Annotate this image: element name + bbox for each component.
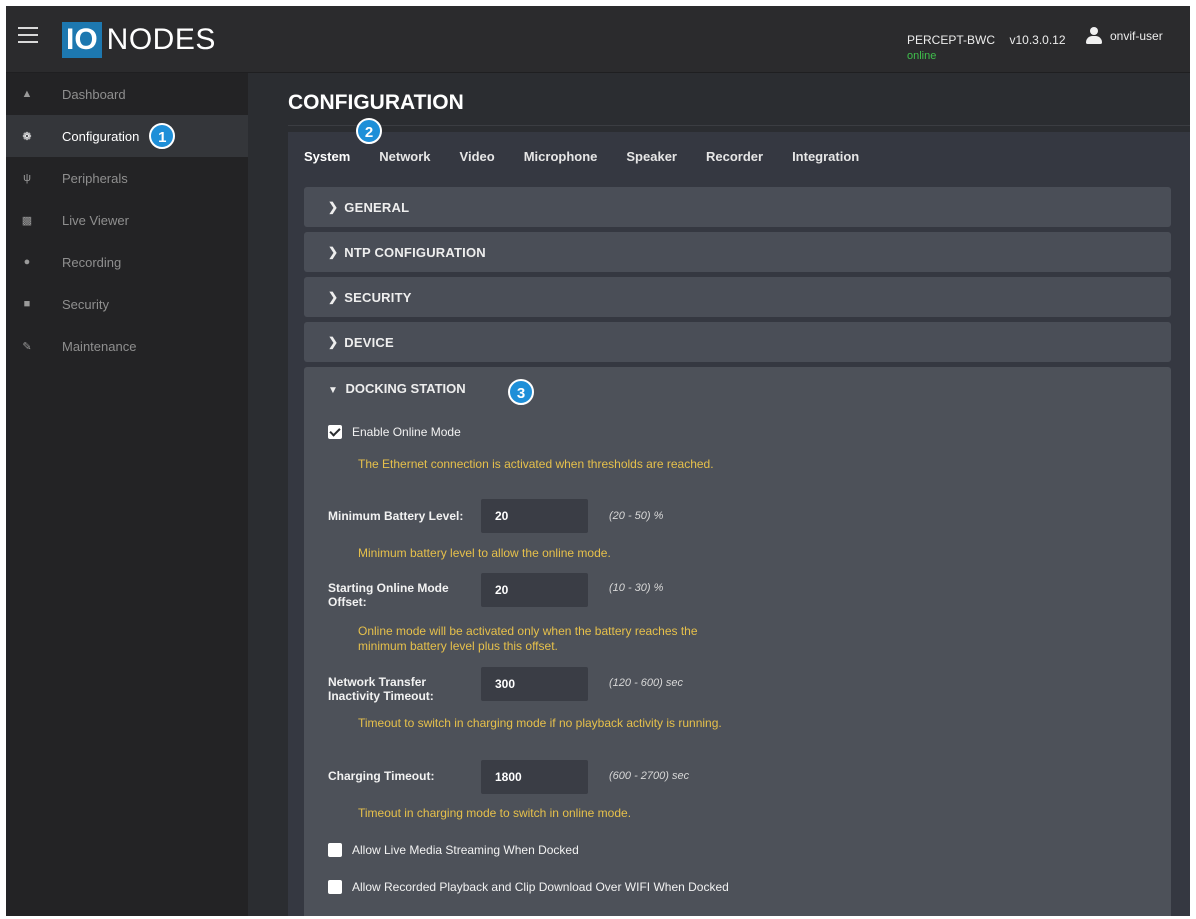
record-icon: ● (23, 256, 31, 268)
docking-station-header[interactable]: ▼ DOCKING STATION (328, 381, 466, 396)
main-content: CONFIGURATION System Network Video Micro… (248, 73, 1190, 916)
section-security[interactable]: ❯ SECURITY (304, 277, 1171, 317)
device-info: PERCEPT-BWC v10.3.0.12 online (907, 31, 1066, 62)
section-general[interactable]: ❯ GENERAL (304, 187, 1171, 227)
min-battery-input[interactable] (481, 499, 588, 533)
section-title: DOCKING STATION (345, 381, 466, 396)
sidebar-item-label: Security (62, 296, 109, 312)
start-offset-help: Online mode will be activated only when … (358, 624, 698, 653)
tab-video[interactable]: Video (460, 149, 495, 164)
min-battery-label: Minimum Battery Level: (328, 509, 464, 523)
user-menu[interactable]: onvif-user (1086, 27, 1163, 45)
page-title: CONFIGURATION (288, 91, 464, 114)
enable-online-mode-label: Enable Online Mode (352, 425, 461, 439)
section-docking-station: ▼ DOCKING STATION 3 Enable Online Mode T… (304, 367, 1171, 916)
tab-system[interactable]: System (304, 149, 350, 164)
tab-recorder[interactable]: Recorder (706, 149, 763, 164)
sidebar-item-label: Recording (62, 254, 122, 270)
tabs-panel: System Network Video Microphone Speaker … (288, 118, 1190, 916)
section-title: DEVICE (344, 334, 394, 350)
enable-online-mode-help: The Ethernet connection is activated whe… (358, 457, 714, 471)
sidebar-item-label: Dashboard (62, 86, 126, 102)
start-offset-range: (10 - 30) % (609, 582, 664, 594)
chevron-right-icon: ❯ (328, 290, 339, 304)
sidebar-item-configuration[interactable]: ❁ Configuration 1 (6, 115, 248, 157)
logo: IO NODES (62, 22, 216, 58)
chevron-right-icon: ❯ (328, 335, 339, 349)
live-streaming-label: Allow Live Media Streaming When Docked (352, 843, 579, 857)
min-battery-help: Minimum battery level to allow the onlin… (358, 546, 611, 560)
step-badge-2: 2 (356, 118, 382, 144)
sidebar-item-maintenance[interactable]: ✎ Maintenance (6, 325, 248, 367)
wrench-icon: ✎ (22, 340, 32, 353)
net-timeout-label: Network Transfer Inactivity Timeout: (328, 675, 434, 703)
sidebar-item-label: Configuration (62, 128, 140, 144)
firmware-version: v10.3.0.12 (1009, 33, 1066, 47)
start-offset-label: Starting Online Mode Offset: (328, 581, 449, 609)
logo-text: NODES (106, 23, 216, 56)
charging-timeout-label: Charging Timeout: (328, 769, 435, 783)
sidebar-item-label: Peripherals (62, 170, 128, 186)
tab-speaker[interactable]: Speaker (626, 149, 677, 164)
menu-icon[interactable] (18, 27, 38, 43)
min-battery-range: (20 - 50) % (609, 510, 664, 522)
lock-icon: ■ (23, 298, 31, 310)
net-timeout-input[interactable] (481, 667, 588, 701)
chevron-down-icon: ▼ (328, 385, 338, 396)
title-divider (288, 125, 1190, 126)
camera-icon: ▩ (21, 214, 33, 227)
live-streaming-checkbox[interactable] (328, 843, 342, 857)
tab-bar: System Network Video Microphone Speaker … (288, 132, 1190, 180)
device-name: PERCEPT-BWC (907, 33, 996, 47)
user-name: onvif-user (1110, 29, 1163, 43)
chevron-right-icon: ❯ (328, 200, 339, 214)
sidebar-item-peripherals[interactable]: ψ Peripherals (6, 157, 248, 199)
section-title: NTP CONFIGURATION (344, 244, 486, 260)
sidebar-item-security[interactable]: ■ Security (6, 283, 248, 325)
step-badge-3: 3 (508, 379, 534, 405)
sidebar-item-recording[interactable]: ● Recording (6, 241, 248, 283)
sidebar: ▲ Dashboard ❁ Configuration 1 ψ Peripher… (6, 73, 248, 916)
tab-integration[interactable]: Integration (792, 149, 859, 164)
usb-icon: ψ (23, 172, 31, 184)
settings-accordion: ❯ GENERAL ❯ NTP CONFIGURATION ❯ SECURITY… (304, 187, 1171, 916)
tab-network[interactable]: Network (379, 149, 430, 164)
charging-timeout-help: Timeout in charging mode to switch in on… (358, 806, 632, 820)
section-title: GENERAL (344, 199, 410, 215)
sidebar-item-label: Maintenance (62, 338, 137, 354)
user-icon (1086, 27, 1102, 45)
section-device[interactable]: ❯ DEVICE (304, 322, 1171, 362)
step-badge-1: 1 (149, 123, 176, 149)
sidebar-item-dashboard[interactable]: ▲ Dashboard (6, 73, 248, 115)
recorded-playback-checkbox[interactable] (328, 880, 342, 894)
charging-timeout-range: (600 - 2700) sec (609, 770, 690, 782)
section-ntp-configuration[interactable]: ❯ NTP CONFIGURATION (304, 232, 1171, 272)
sidebar-item-label: Live Viewer (62, 212, 129, 228)
logo-mark: IO (62, 22, 102, 58)
top-bar: IO NODES PERCEPT-BWC v10.3.0.12 online o… (6, 6, 1190, 73)
net-timeout-range: (120 - 600) sec (609, 677, 683, 689)
chevron-right-icon: ❯ (328, 245, 339, 259)
tab-microphone[interactable]: Microphone (524, 149, 598, 164)
sidebar-item-live-viewer[interactable]: ▩ Live Viewer (6, 199, 248, 241)
app-frame: IO NODES PERCEPT-BWC v10.3.0.12 online o… (6, 6, 1190, 916)
charging-timeout-input[interactable] (481, 760, 588, 794)
enable-online-mode-checkbox[interactable] (328, 425, 342, 439)
net-timeout-help: Timeout to switch in charging mode if no… (358, 716, 722, 730)
recorded-playback-label: Allow Recorded Playback and Clip Downloa… (352, 880, 729, 894)
gear-icon: ❁ (22, 130, 32, 143)
section-title: SECURITY (344, 289, 412, 305)
home-icon: ▲ (21, 88, 33, 100)
start-offset-input[interactable] (481, 573, 588, 607)
device-status: online (907, 50, 937, 62)
